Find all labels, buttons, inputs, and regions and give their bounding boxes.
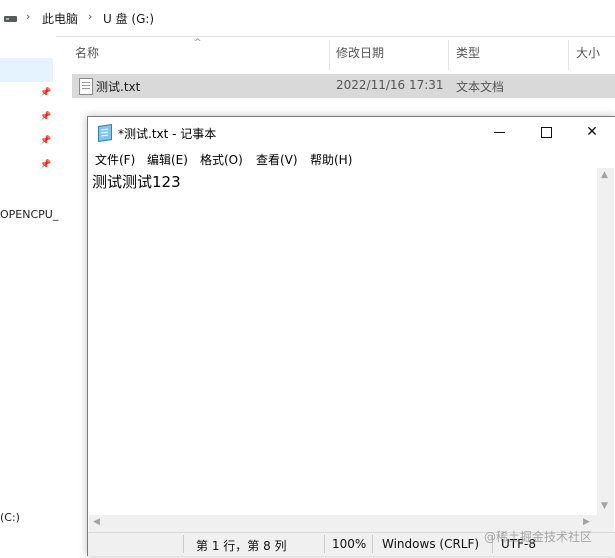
scroll-down-icon[interactable]: ▼ xyxy=(601,501,608,511)
editor-content: 测试测试123 xyxy=(92,173,181,191)
line-ending: Windows (CRLF) xyxy=(382,537,480,551)
vertical-scrollbar[interactable]: ▲ ▼ xyxy=(597,168,614,515)
cursor-position: 第 1 行，第 8 列 xyxy=(196,539,287,553)
title-bar[interactable]: *测试.txt - 记事本 ✕ xyxy=(88,117,615,148)
column-divider[interactable] xyxy=(448,40,449,70)
column-header-type[interactable]: 类型 xyxy=(456,44,480,68)
column-divider[interactable] xyxy=(568,40,569,70)
menu-view[interactable]: 查看(V) xyxy=(256,151,298,168)
breadcrumb-this-pc[interactable]: 此电脑 xyxy=(42,10,78,27)
notepad-icon[interactable] xyxy=(98,124,112,142)
window-title: *测试.txt - 记事本 xyxy=(118,127,217,141)
status-divider xyxy=(183,535,184,553)
pin-icon[interactable]: 📌 xyxy=(40,112,51,122)
text-editor[interactable]: 测试测试123 xyxy=(89,168,597,515)
text-file-icon xyxy=(79,78,93,95)
menu-help[interactable]: 帮助(H) xyxy=(310,151,352,168)
address-bar[interactable]: › 此电脑 › U 盘 (G:) xyxy=(0,0,615,37)
navigation-pane: 📌 📌 📌 📌 OPENCPU_ (C:) xyxy=(0,36,58,558)
file-type: 文本文档 xyxy=(456,80,505,94)
menu-format[interactable]: 格式(O) xyxy=(200,151,243,168)
column-divider[interactable] xyxy=(329,40,330,70)
menu-file[interactable]: 文件(F) xyxy=(95,151,135,168)
drive-icon xyxy=(4,14,17,22)
file-name: 测试.txt xyxy=(96,80,141,94)
chevron-right-icon[interactable]: › xyxy=(26,10,30,23)
menu-edit[interactable]: 编辑(E) xyxy=(147,151,188,168)
chevron-right-icon[interactable]: › xyxy=(88,10,92,23)
sidebar-item-opencpu[interactable]: OPENCPU_ xyxy=(0,208,58,221)
file-row[interactable]: 测试.txt 2022/11/16 17:31 文本文档 xyxy=(72,74,615,98)
pin-icon[interactable]: 📌 xyxy=(40,88,51,98)
sort-up-icon: ^ xyxy=(194,38,202,48)
pin-icon[interactable]: 📌 xyxy=(40,160,51,170)
column-header-size[interactable]: 大小 xyxy=(576,44,600,68)
column-header-modified[interactable]: 修改日期 xyxy=(336,44,384,68)
close-button[interactable]: ✕ xyxy=(569,117,615,148)
file-modified: 2022/11/16 17:31 xyxy=(336,78,444,92)
status-divider xyxy=(372,535,373,553)
sidebar-item-c-drive[interactable]: (C:) xyxy=(0,511,20,524)
column-header-name[interactable]: 名称 xyxy=(75,44,99,68)
sidebar-item-selected[interactable] xyxy=(0,58,53,82)
zoom-level: 100% xyxy=(332,537,367,551)
status-divider xyxy=(324,535,325,553)
breadcrumb-usb-drive[interactable]: U 盘 (G:) xyxy=(103,10,154,27)
notepad-window: *测试.txt - 记事本 ✕ 文件(F) 编辑(E) 格式(O) 查看(V) … xyxy=(87,116,615,556)
scroll-left-icon[interactable]: ◀ xyxy=(93,517,100,527)
scrollbar-corner xyxy=(597,515,614,532)
scroll-up-icon[interactable]: ▲ xyxy=(601,170,608,180)
minimize-button[interactable] xyxy=(477,117,523,148)
watermark: @稀土掘金技术社区 xyxy=(484,530,593,544)
maximize-button[interactable] xyxy=(523,117,569,148)
pin-icon[interactable]: 📌 xyxy=(40,136,51,146)
scroll-right-icon[interactable]: ▶ xyxy=(583,517,590,527)
menu-bar: 文件(F) 编辑(E) 格式(O) 查看(V) 帮助(H) xyxy=(88,148,615,168)
